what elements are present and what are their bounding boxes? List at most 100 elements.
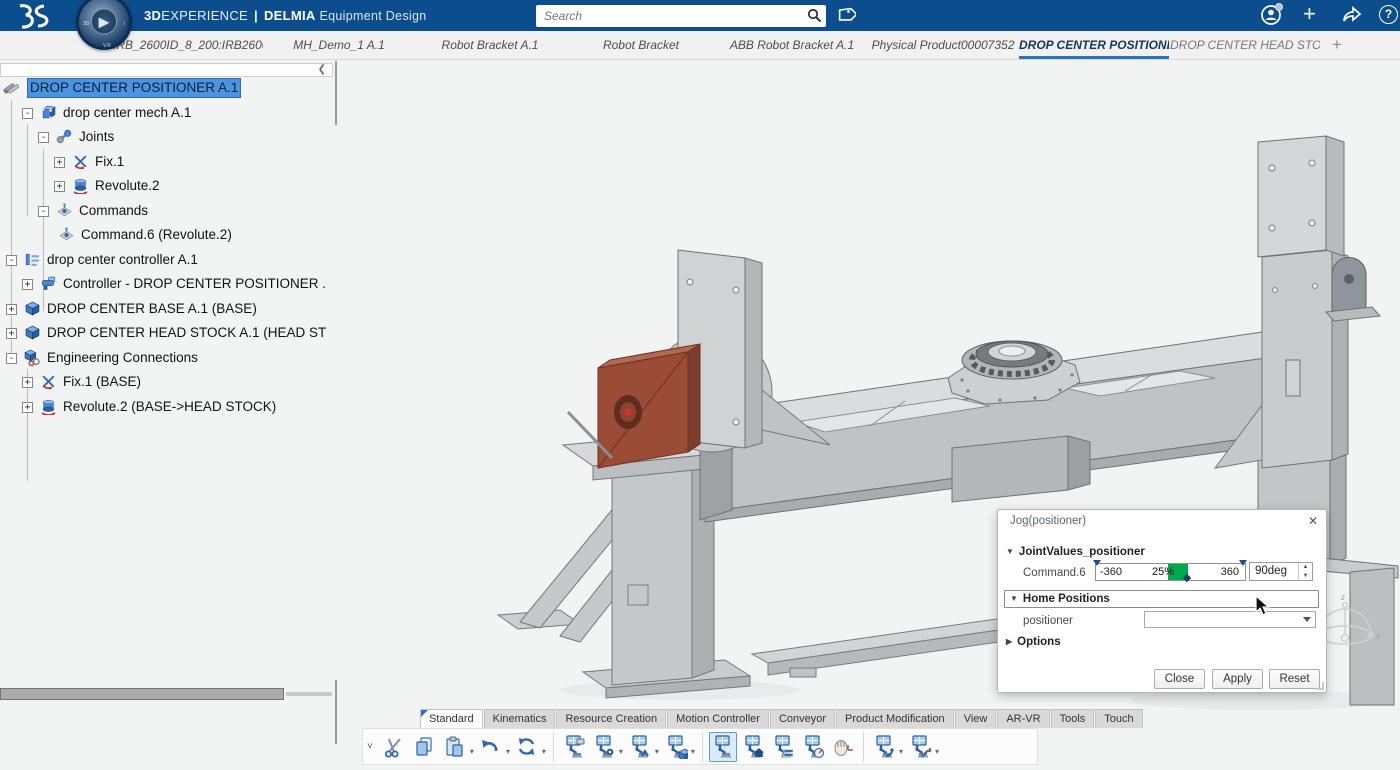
robot-speed-button[interactable] [799, 732, 827, 762]
tree-node[interactable]: DROP CENTER HEAD STOCK A.1 (HEAD ST [47, 324, 326, 342]
tree-node[interactable]: Revolute.2 [95, 177, 160, 195]
ribbon-tab-standard[interactable]: Standard [420, 709, 483, 728]
tree-node[interactable]: Commands [79, 202, 148, 220]
ribbon-tab-kinematics[interactable]: Kinematics [484, 709, 556, 728]
search-input[interactable] [544, 6, 784, 25]
tree-expander[interactable]: - [6, 353, 17, 364]
doc-tab[interactable]: DROP CENTER HEAD STOCK [1170, 31, 1320, 59]
ribbon-tab-ar-vr[interactable]: AR-VR [997, 709, 1049, 728]
slider-min-label: -360 [1100, 566, 1122, 578]
tree-expander[interactable]: + [6, 328, 17, 339]
panel-splitter[interactable] [335, 680, 342, 712]
doc-tab[interactable]: Robot Bracket [566, 31, 716, 59]
tree-scrollbar-bottom[interactable] [0, 688, 333, 701]
joint-slider[interactable]: -360 25% 360 [1095, 563, 1246, 581]
ribbon-tab-product-modification[interactable]: Product Modification [836, 709, 954, 728]
robot-tools-button[interactable] [906, 732, 934, 762]
scrollbar-thumb[interactable] [0, 688, 284, 700]
add-icon[interactable]: + [1303, 1, 1316, 27]
tree-node[interactable]: Joints [79, 128, 114, 146]
dialog-resize-grip[interactable] [1316, 682, 1324, 690]
tree-expander[interactable]: - [6, 255, 17, 266]
tree-expander[interactable]: - [22, 108, 33, 119]
tree-node[interactable]: Engineering Connections [47, 349, 198, 367]
spinner-up-icon[interactable]: ▲ [1299, 563, 1312, 572]
robot-part-button[interactable] [662, 732, 690, 762]
apply-button[interactable]: Apply [1212, 669, 1263, 689]
tree-expander[interactable]: + [22, 377, 33, 388]
chevron-down-icon[interactable]: ▾ [655, 747, 659, 756]
tree-scrollbar-top[interactable]: ❮ [0, 63, 333, 77]
ribbon-tab-conveyor[interactable]: Conveyor [770, 709, 835, 728]
tree-node[interactable]: Command.6 (Revolute.2) [81, 226, 232, 244]
search-box[interactable] [536, 5, 826, 27]
paste-button[interactable] [441, 732, 469, 762]
ribbon-tab-motion-controller[interactable]: Motion Controller [667, 709, 769, 728]
share-icon[interactable] [1340, 4, 1364, 26]
copy-button[interactable] [411, 732, 439, 762]
tree-expander[interactable]: + [22, 402, 33, 413]
chevron-down-icon[interactable]: ▾ [506, 747, 510, 756]
ribbon-tab-tools[interactable]: Tools [1051, 709, 1095, 728]
search-icon[interactable] [807, 8, 822, 23]
doc-tab[interactable]: Robot Bracket A.1 [415, 31, 565, 59]
new-tab-button[interactable]: + [1326, 34, 1348, 56]
joint-value[interactable]: 90deg [1255, 565, 1287, 577]
chevron-down-icon[interactable]: ▾ [935, 747, 939, 756]
cut-button[interactable] [381, 732, 409, 762]
doc-tab[interactable]: MH_Demo_1 A.1 [264, 31, 414, 59]
doc-tab[interactable]: Physical Product00007352 [868, 31, 1018, 59]
scroll-left-icon[interactable]: ❮ [318, 64, 326, 75]
chevron-down-icon[interactable]: ▾ [691, 747, 695, 756]
section-joint-values[interactable]: ▼JointValues_positioner [1006, 546, 1145, 558]
help-icon[interactable]: ? [1379, 5, 1398, 24]
slider-percent-label: 25% [1152, 566, 1174, 578]
tree-node[interactable]: drop center controller A.1 [47, 251, 198, 269]
chevron-down-icon[interactable]: ▾ [542, 747, 546, 756]
ribbon-tab-resource-creation[interactable]: Resource Creation [556, 709, 666, 728]
chevron-down-icon[interactable]: ▾ [899, 747, 903, 756]
joint-value-spinner[interactable]: 90deg ▲ ▼ [1249, 562, 1313, 581]
chevron-down-icon[interactable]: ˅ [367, 741, 373, 752]
tree-node[interactable]: Controller - DROP CENTER POSITIONER . [63, 275, 326, 293]
undo-button[interactable] [477, 732, 505, 762]
robot-io-button[interactable] [769, 732, 797, 762]
doc-tab[interactable]: ABB Robot Bracket A.1 [717, 31, 867, 59]
chevron-down-icon[interactable]: ▾ [619, 747, 623, 756]
robot-home-button[interactable] [739, 732, 767, 762]
section-options[interactable]: ▶Options [1006, 636, 1061, 648]
chevron-down-icon[interactable]: ▾ [470, 747, 474, 756]
ribbon-tab-view[interactable]: View [955, 709, 997, 728]
reset-button[interactable]: Reset [1269, 669, 1320, 689]
panel-splitter[interactable] [335, 61, 342, 93]
manipulate-hand-button[interactable] [829, 732, 857, 762]
tree-node-root[interactable]: DROP CENTER POSITIONER A.1 [28, 79, 240, 97]
tree-node[interactable]: Revolute.2 (BASE->HEAD STOCK) [63, 398, 276, 416]
tree-expander[interactable]: + [54, 157, 65, 168]
tag-icon[interactable] [836, 5, 856, 26]
robot-reach-button[interactable] [626, 732, 654, 762]
update-button[interactable] [513, 732, 541, 762]
tree-node[interactable]: drop center mech A.1 [63, 104, 191, 122]
robot-program-button[interactable] [590, 732, 618, 762]
tree-expander[interactable]: + [22, 279, 33, 290]
tree-expander[interactable]: - [38, 132, 49, 143]
tree-node[interactable]: Fix.1 [95, 153, 124, 171]
tree-expander[interactable]: - [38, 206, 49, 217]
doc-tab[interactable]: IRB_2600ID_8_200:IRB2600I [113, 31, 263, 59]
tree-expander[interactable]: + [6, 304, 17, 315]
teach-device-button[interactable] [560, 732, 588, 762]
tree-node[interactable]: DROP CENTER BASE A.1 (BASE) [47, 300, 257, 318]
close-icon[interactable]: ✕ [1308, 514, 1318, 528]
tree-expander[interactable]: + [54, 181, 65, 192]
doc-tab-active[interactable]: DROP CENTER POSITIONE [1019, 31, 1169, 59]
ribbon-tab-touch[interactable]: Touch [1095, 709, 1142, 728]
spinner-down-icon[interactable]: ▼ [1299, 572, 1312, 581]
section-home-positions[interactable]: ▼Home Positions [1010, 593, 1110, 605]
app-title: 3DEXPERIENCE|DELMIA Equipment Design [144, 8, 426, 23]
robot-arm-button[interactable] [870, 732, 898, 762]
jog-mechanism-button[interactable] [709, 732, 737, 762]
close-button[interactable]: Close [1154, 669, 1205, 689]
home-position-dropdown[interactable] [1144, 611, 1316, 628]
tree-node[interactable]: Fix.1 (BASE) [63, 373, 141, 391]
